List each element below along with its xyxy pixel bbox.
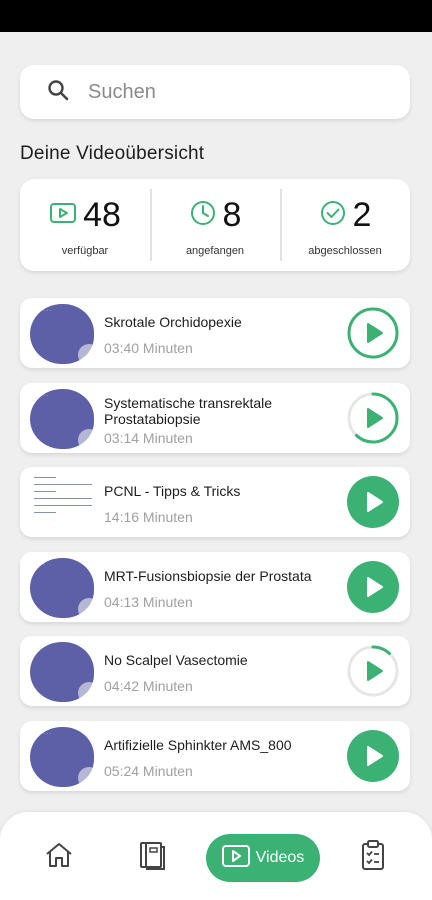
video-title: PCNL - Tipps & Tricks [104,483,241,499]
nav-videos[interactable]: Videos [206,834,320,882]
video-title: Skrotale Orchidopexie [104,314,242,330]
play-button[interactable] [346,475,400,529]
stat-label: angefangen [185,245,245,257]
stat-started[interactable]: 8 angefangen [150,179,280,271]
video-card[interactable]: · · · · · Systematische transrektale Pro… [20,382,410,453]
search-input[interactable] [88,80,388,104]
video-card[interactable]: · · · · MRT-Fusionsbiopsie der Prostata … [20,551,410,622]
stat-label: abgeschlossen [308,245,382,257]
nav-home[interactable] [42,840,76,874]
book-icon [136,839,168,876]
nav-library[interactable] [135,840,169,874]
play-button[interactable] [346,560,400,614]
video-thumbnail: · · · · [20,552,98,622]
search-icon [46,78,70,107]
overview-title: Deine Videoübersicht [20,143,205,164]
video-card[interactable]: PCNL - Tipps & Tricks 14:16 Minuten [20,467,410,537]
status-bar [0,0,432,32]
video-card[interactable]: · · · · · · Artifizielle Sphinkter AMS_8… [20,720,410,791]
play-button[interactable] [346,729,400,783]
video-duration: 04:13 Minuten [104,593,193,610]
video-icon [49,199,83,232]
video-duration: 05:24 Minuten [104,762,193,779]
video-duration: 14:16 Minuten [104,509,193,525]
stat-value: 8 [222,196,242,234]
video-card[interactable]: · · · · · · Skrotale Orchidopexie 03:40 … [20,298,410,368]
bottom-navigation: Videos [0,812,432,900]
video-thumbnail: · · · · · [20,383,98,453]
stat-label: verfügbar [61,245,109,257]
video-card[interactable]: · · · No Scalpel Vasectomie 04:42 Minute… [20,636,410,706]
stat-available[interactable]: 48 verfügbar [20,179,150,271]
clipboard-icon [357,839,389,876]
home-icon [43,839,75,876]
stat-completed[interactable]: 2 abgeschlossen [280,179,410,271]
search-bar[interactable] [20,65,410,119]
video-title: Systematische transrektale Prostatabiops… [104,394,273,427]
stats-card: 48 verfügbar 8 angefangen 2 abgeschlosse… [20,179,410,271]
check-circle-icon [319,199,353,232]
stat-value: 48 [83,196,121,234]
play-button[interactable] [346,644,400,698]
clock-icon [189,199,223,232]
video-thumbnail: · · · · · · [20,298,98,368]
video-title: MRT-Fusionsbiopsie der Prostata [104,567,312,584]
video-list: · · · · · · Skrotale Orchidopexie 03:40 … [20,298,410,805]
video-thumbnail: · · · · · · [20,721,98,791]
video-duration: 03:40 Minuten [104,340,193,356]
video-thumbnail [20,467,98,537]
video-icon [221,844,256,873]
play-button[interactable] [346,391,400,445]
video-title: No Scalpel Vasectomie [104,652,248,668]
video-thumbnail: · · · [20,636,98,706]
video-duration: 03:14 Minuten [104,429,193,446]
stat-value: 2 [352,196,372,234]
nav-tasks[interactable] [356,839,390,876]
video-title: Artifizielle Sphinkter AMS_800 [104,736,292,753]
nav-videos-label: Videos [255,849,305,866]
play-button[interactable] [346,306,400,360]
video-duration: 04:42 Minuten [104,678,193,694]
